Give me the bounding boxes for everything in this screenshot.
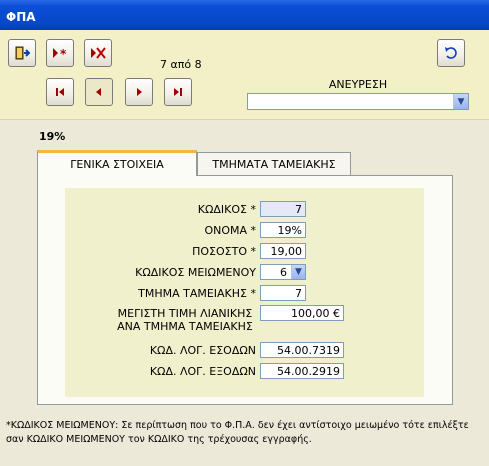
- tab-general[interactable]: ΓΕΝΙΚΑ ΣΤΟΙΧΕΙΑ: [37, 150, 197, 176]
- exit-button[interactable]: [8, 39, 36, 67]
- toolbar: * 7 από 8 ΑΝΕΥΡΕΣΗ ▼: [0, 30, 489, 120]
- max-price-label-line2: ΑΝΑ ΤΜΗΜΑ ΤΑΜΕΙΑΚΗΣ: [117, 320, 253, 333]
- chevron-down-icon[interactable]: ▼: [453, 94, 468, 109]
- delete-record-icon: [91, 47, 106, 59]
- new-record-icon: *: [53, 47, 67, 61]
- search-label: ΑΝΕΥΡΕΣΗ: [328, 78, 388, 91]
- last-record-icon: [174, 88, 182, 96]
- first-record-button[interactable]: [46, 78, 74, 106]
- chevron-down-icon[interactable]: ▼: [291, 265, 305, 279]
- reduced-code-select[interactable]: 6 ▼: [260, 264, 306, 280]
- new-record-button[interactable]: *: [46, 39, 74, 67]
- expense-account-label: ΚΩΔ. ΛΟΓ. ΕΞΟΔΩΝ: [149, 365, 256, 378]
- window-title: ΦΠΑ: [6, 10, 36, 24]
- delete-record-button[interactable]: [84, 39, 112, 67]
- next-record-button[interactable]: [125, 78, 153, 106]
- percent-field[interactable]: 19,00: [260, 243, 306, 259]
- code-label: ΚΩΔΙΚΟΣ *: [197, 203, 256, 216]
- income-account-label: ΚΩΔ. ΛΟΓ. ΕΣΟΔΩΝ: [149, 344, 256, 357]
- record-position: 7 από 8: [160, 58, 202, 71]
- footnote-line-1: *ΚΩΔΙΚΟΣ ΜΕΙΩΜΕΝΟΥ: Σε περίπτωση που το …: [6, 420, 469, 431]
- cash-dept-label: ΤΜΗΜΑ ΤΑΜΕΙΑΚΗΣ *: [138, 287, 256, 300]
- percent-label: ΠΟΣΟΣΤΟ *: [192, 245, 256, 258]
- max-price-label-line1: ΜΕΓΙΣΤΗ ΤΙΜΗ ΛΙΑΝΙΚΗΣ: [117, 307, 253, 320]
- footnote: *ΚΩΔΙΚΟΣ ΜΕΙΩΜΕΝΟΥ: Σε περίπτωση που το …: [6, 419, 486, 447]
- undo-icon: [445, 47, 457, 59]
- previous-record-button[interactable]: [85, 78, 113, 106]
- previous-record-icon: [96, 88, 101, 96]
- undo-button[interactable]: [437, 39, 465, 67]
- name-field[interactable]: 19%: [260, 222, 306, 238]
- cash-dept-field[interactable]: 7: [260, 285, 306, 301]
- reduced-code-label: ΚΩΔΙΚΟΣ ΜΕΙΩΜΕΝΟΥ: [135, 266, 256, 279]
- tab-cash-departments[interactable]: ΤΜΗΜΑΤΑ ΤΑΜΕΙΑΚΗΣ: [197, 152, 351, 176]
- footnote-line-2: σαν ΚΩΔΙΚΟ ΜΕΙΩΜΕΝΟΥ τον ΚΩΔΙΚΟ της τρέχ…: [6, 434, 312, 445]
- window-title-bar: ΦΠΑ: [0, 0, 489, 30]
- name-label: ΟΝΟΜΑ *: [204, 224, 256, 237]
- code-field[interactable]: 7: [260, 201, 306, 217]
- next-record-icon: [137, 88, 142, 96]
- reduced-code-value: 6: [280, 266, 287, 279]
- svg-text:*: *: [60, 47, 67, 61]
- last-record-button[interactable]: [164, 78, 192, 106]
- max-price-field[interactable]: 100,00 €: [260, 305, 344, 321]
- exit-door-icon: [15, 46, 30, 60]
- record-header: 19%: [39, 130, 66, 143]
- income-account-field[interactable]: 54.00.7319: [260, 342, 344, 358]
- expense-account-field[interactable]: 54.00.2919: [260, 363, 344, 379]
- search-combo[interactable]: ▼: [247, 93, 469, 110]
- first-record-icon: [56, 88, 64, 96]
